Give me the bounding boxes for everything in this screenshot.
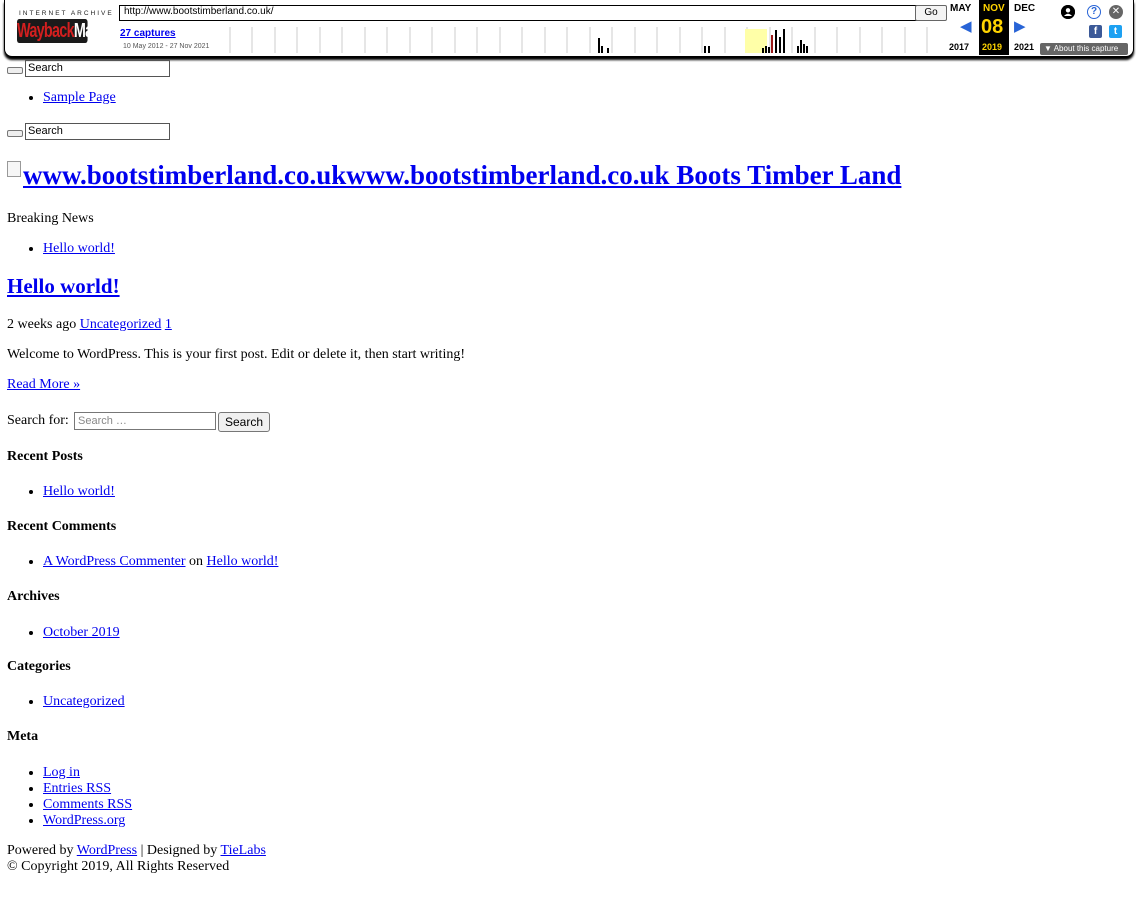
about-capture-label: About this capture bbox=[1053, 44, 1119, 53]
wayback-current-day: 08 bbox=[981, 16, 1004, 38]
next-capture-arrow-icon[interactable]: ▶ bbox=[1014, 19, 1026, 34]
prev-capture-arrow-icon[interactable]: ◀ bbox=[960, 19, 972, 34]
wayback-logo-caption: INTERNET ARCHIVE bbox=[19, 10, 114, 17]
wayback-current-month: NOV bbox=[983, 3, 1005, 14]
recent-comments-list: A WordPress Commenter on Hello world! bbox=[7, 554, 543, 570]
wayback-next-year[interactable]: 2021 bbox=[1014, 42, 1034, 52]
recent-posts-list: Hello world! bbox=[7, 484, 443, 500]
categories-heading: Categories bbox=[7, 659, 71, 674]
entries-rss-link[interactable]: Entries RSS bbox=[43, 781, 111, 796]
footer: Powered by WordPress | Designed by TieLa… bbox=[7, 843, 266, 875]
about-capture-dropdown[interactable]: ▼ About this capture bbox=[1040, 43, 1128, 55]
archive-link[interactable]: October 2019 bbox=[43, 625, 120, 640]
read-more-link[interactable]: Read More » bbox=[7, 377, 80, 393]
archives-heading: Archives bbox=[7, 589, 60, 604]
main-nav: Sample Page bbox=[7, 90, 443, 106]
nav-link-sample-page[interactable]: Sample Page bbox=[43, 90, 116, 105]
post-meta: 2 weeks ago Uncategorized 1 bbox=[7, 317, 172, 333]
meta-list: Log in Entries RSS Comments RSS WordPres… bbox=[7, 765, 443, 829]
wayback-logo[interactable]: WaybackMachine bbox=[17, 19, 127, 43]
comment-on-text: on bbox=[189, 554, 203, 569]
post-date: 2 weeks ago bbox=[7, 317, 77, 332]
wayback-url-input[interactable]: http://www.bootstimberland.co.uk/ bbox=[119, 5, 919, 21]
list-item: Comments RSS bbox=[43, 797, 443, 813]
breaking-news-list: Hello world! bbox=[7, 241, 443, 257]
list-item: Hello world! bbox=[43, 241, 443, 257]
search-input[interactable]: Search bbox=[25, 60, 170, 77]
comments-rss-link[interactable]: Comments RSS bbox=[43, 797, 132, 812]
menu-toggle-button[interactable] bbox=[7, 67, 23, 74]
list-item: Hello world! bbox=[43, 484, 443, 500]
site-title-link[interactable]: www.bootstimberland.co.ukwww.bootstimber… bbox=[7, 160, 901, 190]
list-item: A WordPress Commenter on Hello world! bbox=[43, 554, 543, 570]
wayback-capture-sparkline[interactable] bbox=[228, 27, 944, 53]
post-title-link[interactable]: Hello world! bbox=[7, 274, 120, 298]
list-item: Uncategorized bbox=[43, 694, 443, 710]
search-input-2[interactable]: Search bbox=[25, 123, 170, 140]
post-category-link[interactable]: Uncategorized bbox=[80, 317, 162, 332]
recent-post-link[interactable]: Hello world! bbox=[43, 484, 115, 499]
search-form-label: Search for: bbox=[7, 413, 69, 428]
footer-credits: Powered by WordPress | Designed by TieLa… bbox=[7, 843, 266, 859]
categories-list: Uncategorized bbox=[7, 694, 443, 710]
menu-toggle-button-2[interactable] bbox=[7, 130, 23, 137]
comment-author-link[interactable]: A WordPress Commenter bbox=[43, 554, 186, 569]
wordpress-link[interactable]: WordPress bbox=[77, 843, 137, 858]
post-comments-link[interactable]: 1 bbox=[165, 317, 172, 332]
sparkline-year-dividers bbox=[229, 27, 928, 53]
breaking-news-label: Breaking News bbox=[7, 211, 94, 226]
chevron-down-icon: ▼ bbox=[1044, 44, 1054, 53]
wayback-next-month[interactable]: DEC bbox=[1014, 3, 1035, 14]
meta-heading: Meta bbox=[7, 729, 39, 744]
login-link[interactable]: Log in bbox=[43, 765, 80, 780]
site-title-text: www.bootstimberland.co.ukwww.bootstimber… bbox=[23, 160, 902, 190]
wayback-logo-machine: Machine bbox=[73, 20, 127, 42]
search-form-button[interactable]: Search bbox=[218, 412, 270, 432]
wayback-current-year: 2019 bbox=[982, 42, 1003, 52]
copyright-text: © Copyright 2019, All Rights Reserved bbox=[7, 859, 230, 874]
list-item: Log in bbox=[43, 765, 443, 781]
facebook-icon[interactable]: f bbox=[1089, 25, 1102, 38]
close-icon[interactable]: ✕ bbox=[1109, 5, 1123, 19]
breaking-news-link[interactable]: Hello world! bbox=[43, 241, 115, 256]
twitter-icon[interactable]: t bbox=[1109, 25, 1122, 38]
wayback-prev-month[interactable]: MAY bbox=[950, 3, 971, 14]
designed-by-text: | Designed by bbox=[140, 843, 218, 858]
archives-list: October 2019 bbox=[7, 625, 443, 641]
tielabs-link[interactable]: TieLabs bbox=[221, 843, 266, 858]
list-item: Entries RSS bbox=[43, 781, 443, 797]
recent-comments-heading: Recent Comments bbox=[7, 519, 117, 534]
recent-posts-heading: Recent Posts bbox=[7, 449, 83, 464]
wayback-logo-way: Wayback bbox=[17, 20, 75, 42]
broken-image-icon bbox=[7, 161, 21, 177]
wayback-go-button[interactable]: Go bbox=[915, 5, 947, 21]
post-excerpt: Welcome to WordPress. This is your first… bbox=[7, 347, 465, 362]
wayback-capture-range: 10 May 2012 - 27 Nov 2021 bbox=[123, 43, 210, 50]
list-item: October 2019 bbox=[43, 625, 443, 641]
wayback-toolbar: INTERNET ARCHIVE WaybackMachine http://w… bbox=[4, 0, 1134, 57]
search-form-input[interactable]: Search … bbox=[74, 412, 216, 430]
help-icon[interactable]: ? bbox=[1087, 5, 1101, 19]
comment-post-link[interactable]: Hello world! bbox=[207, 554, 279, 569]
post-title: Hello world! bbox=[7, 274, 120, 299]
list-item: WordPress.org bbox=[43, 813, 443, 829]
wordpress-org-link[interactable]: WordPress.org bbox=[43, 813, 125, 828]
category-link[interactable]: Uncategorized bbox=[43, 694, 125, 709]
sparkline-bars bbox=[598, 29, 808, 53]
powered-by-text: Powered by bbox=[7, 843, 74, 858]
site-title: www.bootstimberland.co.ukwww.bootstimber… bbox=[7, 159, 901, 191]
wayback-captures-link[interactable]: 27 captures bbox=[120, 28, 176, 39]
user-icon[interactable] bbox=[1061, 5, 1075, 19]
nav-item-sample-page: Sample Page bbox=[43, 90, 443, 106]
wayback-prev-year[interactable]: 2017 bbox=[949, 42, 969, 52]
